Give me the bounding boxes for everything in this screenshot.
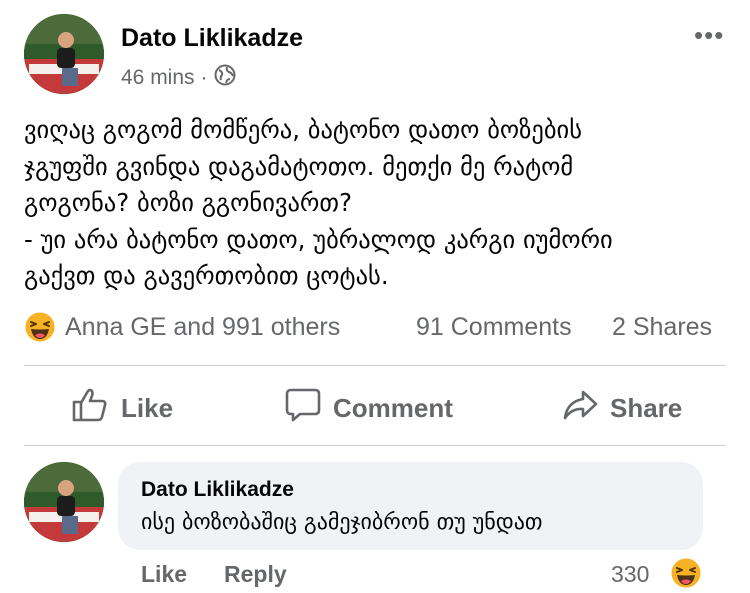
post-text: ვიღაც გოგომ მომწერა, ბატონო დათო ბოზების… [24, 115, 613, 290]
divider-bottom [24, 445, 726, 446]
reactions-summary[interactable]: Anna GE and 991 others [65, 313, 340, 342]
share-button[interactable]: Share [562, 388, 682, 428]
globe-icon [214, 64, 236, 92]
post-time[interactable]: 46 mins [121, 66, 195, 90]
comment-like-button[interactable]: Like [141, 561, 187, 588]
comments-count[interactable]: 91 Comments [416, 313, 572, 342]
meta-separator: · [200, 66, 208, 89]
comment-label: Comment [333, 392, 453, 423]
speech-bubble-icon [285, 387, 321, 430]
comment-text: ისე ბოზობაშიც გამეჯიბრონ თუ უნდათ [141, 510, 543, 535]
laughing-emoji-icon [24, 311, 56, 343]
more-options-button[interactable]: ••• [694, 20, 724, 51]
comment-button[interactable]: Comment [285, 388, 453, 428]
comment-reaction-count[interactable]: 330 [611, 561, 649, 588]
laughing-emoji-icon [670, 557, 702, 589]
like-label: Like [121, 392, 174, 423]
comment-reply-button[interactable]: Reply [224, 561, 287, 588]
comment-author-name[interactable]: Dato Liklikadze [141, 478, 294, 502]
post-meta: 46 mins · [121, 64, 236, 92]
shares-count[interactable]: 2 Shares [612, 313, 712, 342]
author-avatar[interactable] [24, 14, 104, 94]
share-label: Share [610, 392, 683, 423]
post-author-name[interactable]: Dato Liklikadze [121, 24, 303, 53]
thumbs-up-icon [71, 386, 109, 431]
share-arrow-icon [562, 387, 598, 430]
commenter-avatar[interactable] [24, 462, 104, 542]
comment-bubble [118, 462, 703, 550]
like-button[interactable]: Like [71, 388, 173, 428]
divider-top [24, 365, 726, 366]
